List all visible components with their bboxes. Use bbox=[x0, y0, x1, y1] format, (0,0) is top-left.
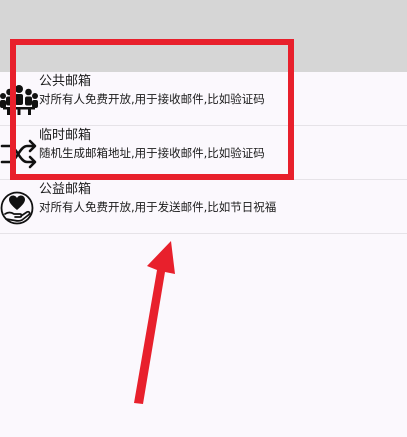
mailbox-type-screen: 公共邮箱 对所有人免费开放,用于接收邮件,比如验证码 临时邮箱 随机生成邮箱地址… bbox=[0, 0, 407, 437]
annotation-arrow bbox=[134, 241, 175, 404]
